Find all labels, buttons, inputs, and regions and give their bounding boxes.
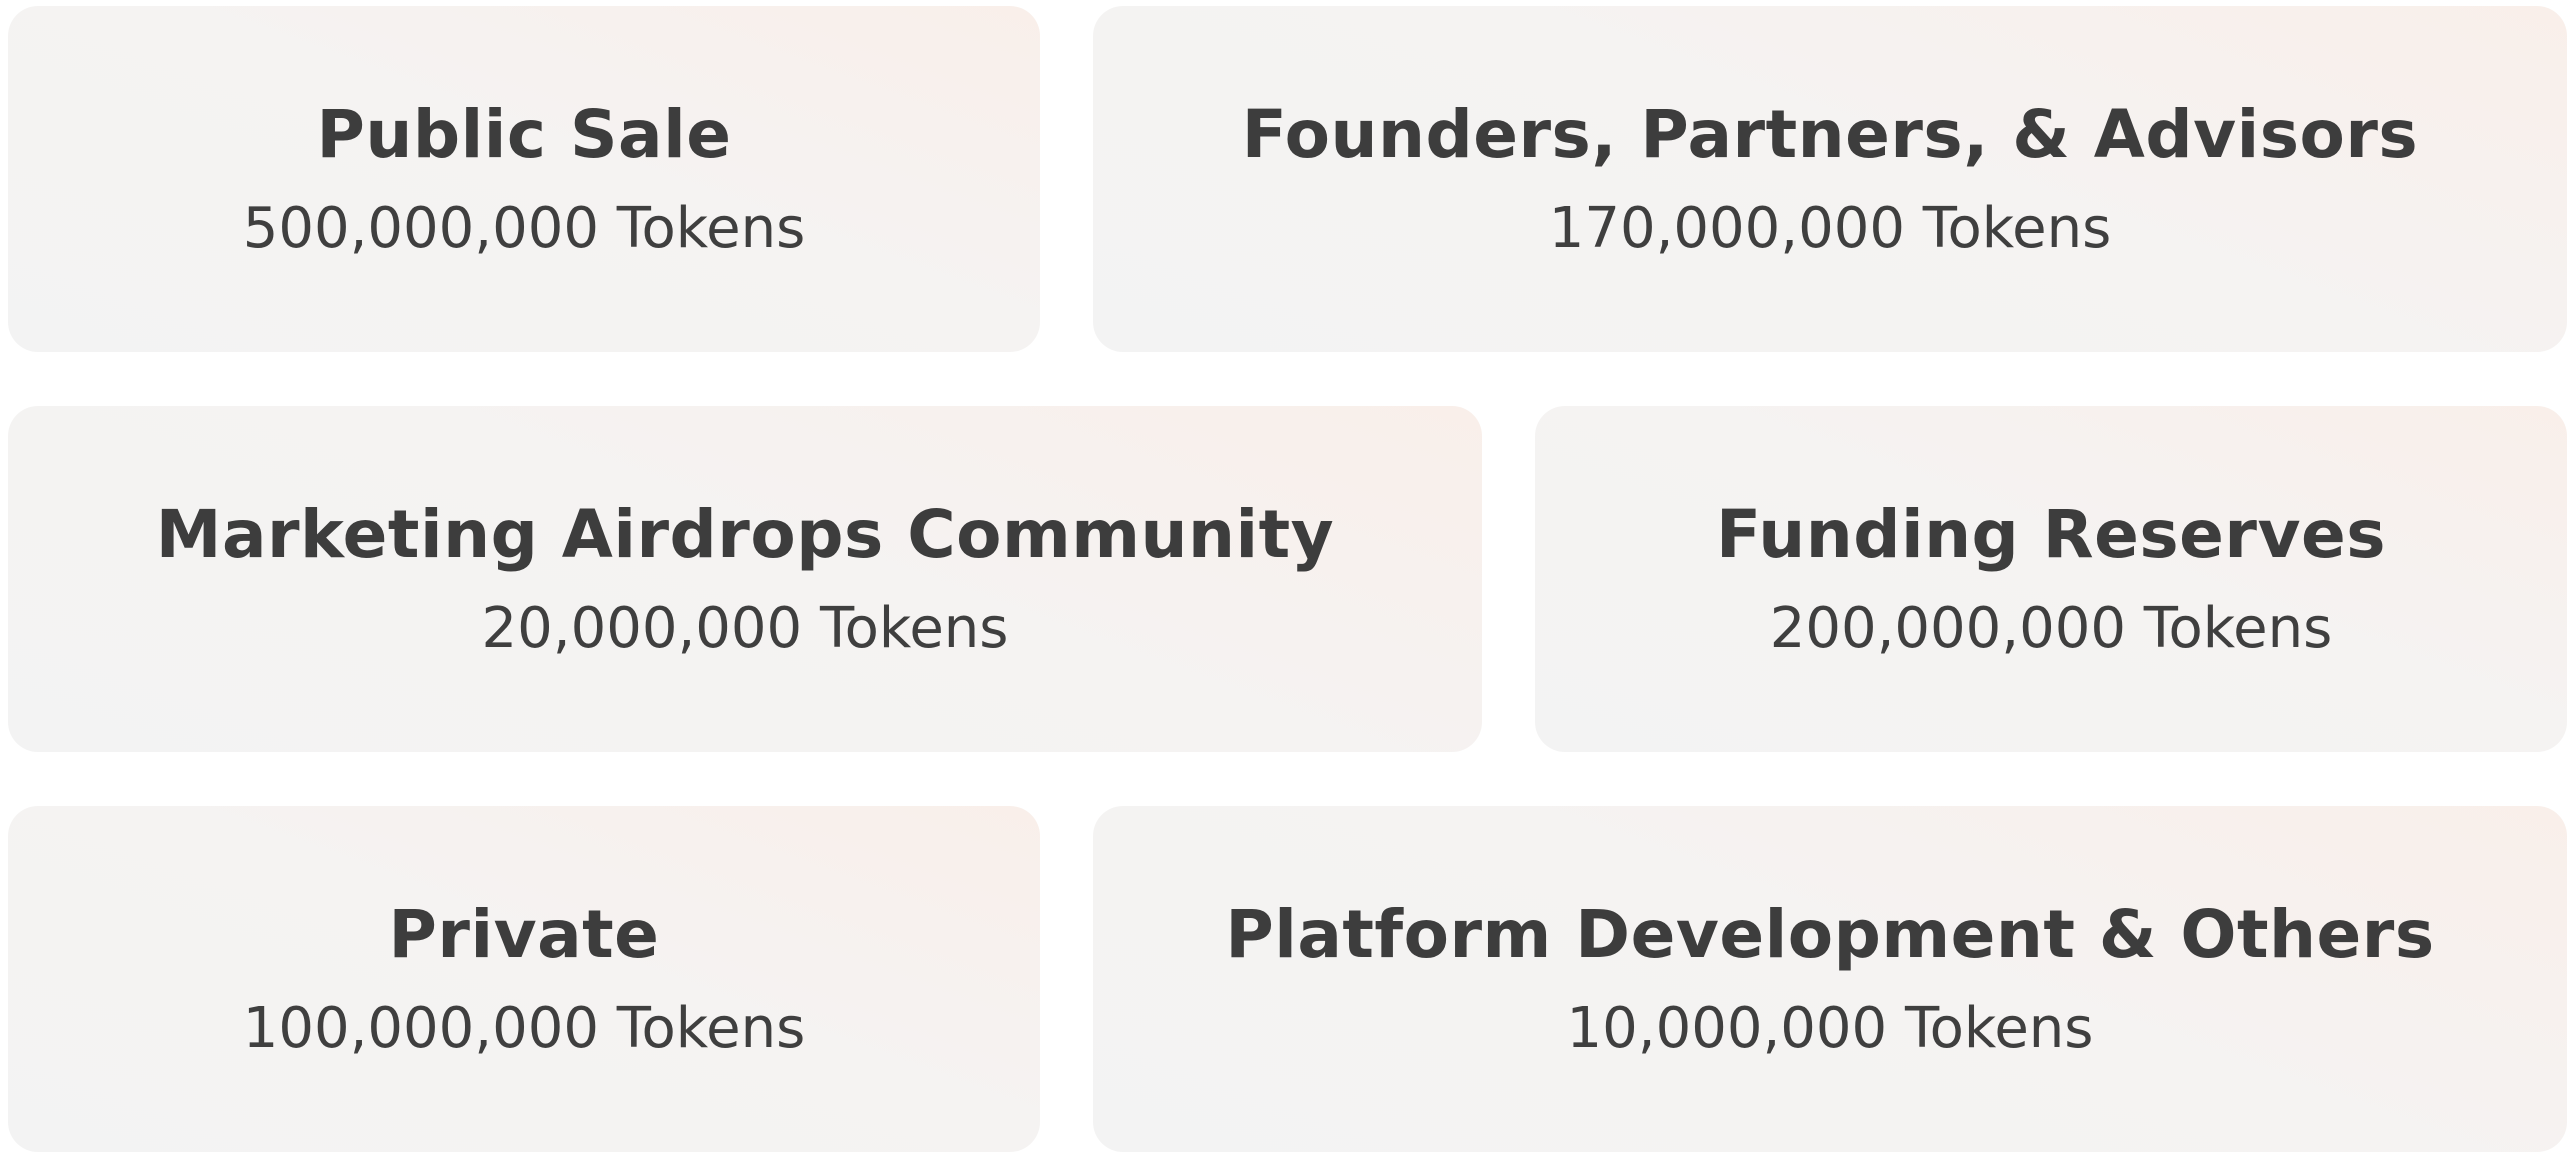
allocation-amount: 500,000,000 Tokens [242, 195, 806, 261]
allocation-amount: 200,000,000 Tokens [1769, 595, 2333, 661]
allocation-title: Private [388, 895, 660, 973]
allocation-title: Funding Reserves [1715, 495, 2387, 573]
allocation-title: Marketing Airdrops Community [155, 495, 1335, 573]
allocation-amount: 10,000,000 Tokens [1566, 995, 2094, 1061]
allocation-card-platform-development: Platform Development & Others 10,000,000… [1093, 806, 2567, 1152]
allocation-amount: 170,000,000 Tokens [1548, 195, 2112, 261]
allocation-amount: 20,000,000 Tokens [481, 595, 1009, 661]
allocation-card-founders-partners-advisors: Founders, Partners, & Advisors 170,000,0… [1093, 6, 2567, 352]
allocation-card-public-sale: Public Sale 500,000,000 Tokens [8, 6, 1040, 352]
allocation-title: Founders, Partners, & Advisors [1241, 95, 2419, 173]
allocation-card-funding-reserves: Funding Reserves 200,000,000 Tokens [1535, 406, 2567, 752]
allocation-card-private: Private 100,000,000 Tokens [8, 806, 1040, 1152]
allocation-card-marketing-airdrops-community: Marketing Airdrops Community 20,000,000 … [8, 406, 1482, 752]
allocation-title: Public Sale [316, 95, 732, 173]
allocation-title: Platform Development & Others [1225, 895, 2435, 973]
allocation-amount: 100,000,000 Tokens [242, 995, 806, 1061]
token-allocation-grid: Public Sale 500,000,000 Tokens Founders,… [0, 0, 2573, 1152]
